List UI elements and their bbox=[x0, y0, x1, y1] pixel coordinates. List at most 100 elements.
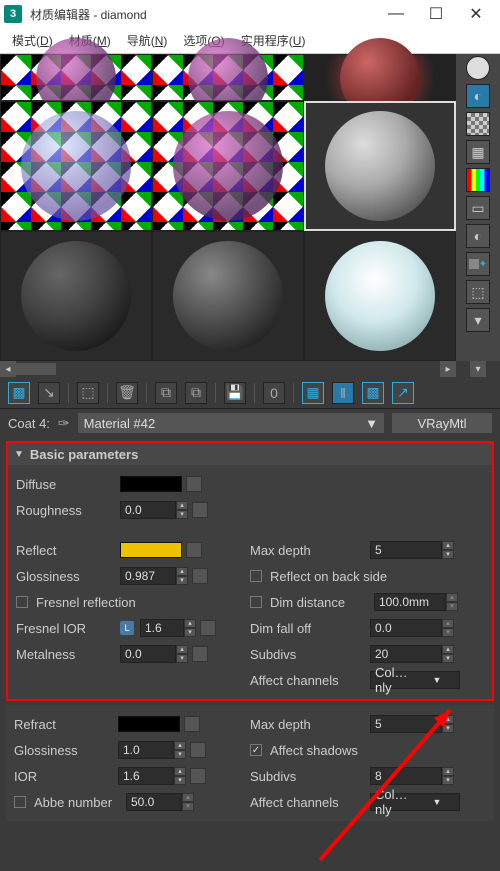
put-to-scene-icon[interactable]: ↘ bbox=[38, 382, 60, 404]
refract-max-depth-spinner[interactable]: ▴▾ bbox=[370, 715, 454, 733]
affect-channels-dropdown[interactable]: Col…nly▼ bbox=[370, 671, 460, 689]
fresnel-checkbox[interactable] bbox=[16, 596, 28, 608]
backlight-icon[interactable]: ◐ bbox=[466, 84, 490, 108]
select-by-material-icon[interactable]: ⬚ bbox=[466, 280, 490, 304]
sample-slot-area: ◐ ▦ ▭ ◐ ✦ ⬚ ▾ bbox=[0, 54, 500, 361]
glossiness-map-slot[interactable] bbox=[192, 568, 208, 584]
refract-label: Refract bbox=[14, 717, 114, 732]
maximize-button[interactable]: ☐ bbox=[416, 0, 456, 28]
sample-slot[interactable] bbox=[0, 101, 152, 231]
go-to-parent-icon[interactable]: ▩ bbox=[362, 382, 384, 404]
abbe-checkbox[interactable] bbox=[14, 796, 26, 808]
sample-slot[interactable] bbox=[152, 54, 304, 101]
sample-slot-selected[interactable] bbox=[304, 101, 456, 231]
refract-glossiness-map-slot[interactable] bbox=[190, 742, 206, 758]
reset-map-icon[interactable]: 🗑 bbox=[116, 382, 138, 404]
scroll-right-button[interactable]: ▸ bbox=[440, 361, 456, 377]
refract-max-depth-label: Max depth bbox=[250, 717, 366, 732]
subdivs-label: Subdivs bbox=[250, 647, 366, 662]
basic-parameters-rollout: ▼ Basic parameters Diffuse Roughness ▴▾ … bbox=[6, 441, 494, 701]
ior-label: IOR bbox=[14, 769, 114, 784]
sample-side-toolbar: ◐ ▦ ▭ ◐ ✦ ⬚ ▾ bbox=[456, 54, 500, 361]
ior-map-slot[interactable] bbox=[190, 768, 206, 784]
background-icon[interactable] bbox=[466, 112, 490, 136]
fresnel-ior-spinner[interactable]: ▴▾ bbox=[140, 619, 196, 637]
affect-shadows-checkbox[interactable] bbox=[250, 744, 262, 756]
diffuse-map-slot[interactable] bbox=[186, 476, 202, 492]
sample-slot[interactable] bbox=[152, 231, 304, 361]
close-button[interactable]: ✕ bbox=[456, 0, 496, 28]
refract-affect-dropdown[interactable]: Col…nly▼ bbox=[370, 793, 460, 811]
dim-falloff-spinner[interactable]: ▴▾ bbox=[370, 619, 454, 637]
roughness-map-slot[interactable] bbox=[192, 502, 208, 518]
scroll-down-button[interactable]: ▾ bbox=[470, 361, 486, 377]
go-forward-icon[interactable]: ↗ bbox=[392, 382, 414, 404]
fresnel-ior-map-slot[interactable] bbox=[200, 620, 216, 636]
horizontal-scrollbar[interactable]: ◂ ▸ ▾ bbox=[0, 361, 500, 377]
sample-slot[interactable] bbox=[0, 231, 152, 361]
sample-slot[interactable] bbox=[0, 54, 152, 101]
roughness-spinner[interactable]: ▴▾ bbox=[120, 501, 188, 519]
scroll-left-button[interactable]: ◂ bbox=[0, 361, 16, 377]
sample-slot[interactable] bbox=[152, 101, 304, 231]
app-icon: 3 bbox=[4, 5, 22, 23]
material-toolbar: ▩ ↘ ⬚ 🗑 ⧉ ⧉ 💾 0 ▦ ‖ ▩ ↗ bbox=[0, 377, 500, 409]
title-bar: 3 材质编辑器 - diamond — ☐ ✕ bbox=[0, 0, 500, 28]
sample-type-icon[interactable] bbox=[466, 56, 490, 80]
lock-icon[interactable]: L bbox=[120, 621, 134, 635]
eyedropper-icon[interactable]: ✑ bbox=[58, 415, 70, 432]
refract-color-swatch[interactable] bbox=[118, 716, 180, 732]
fresnel-label: Fresnel reflection bbox=[36, 595, 176, 610]
glossiness-label: Glossiness bbox=[16, 569, 116, 584]
sample-slot[interactable] bbox=[304, 231, 456, 361]
affect-channels-label: Affect channels bbox=[250, 673, 366, 688]
affect-shadows-label: Affect shadows bbox=[270, 743, 358, 758]
rollout-header[interactable]: ▼ Basic parameters bbox=[8, 443, 492, 465]
material-id-icon[interactable]: 0 bbox=[263, 382, 285, 404]
show-end-result-icon[interactable]: ‖ bbox=[332, 382, 354, 404]
material-type-button[interactable]: VRayMtl bbox=[392, 413, 492, 433]
dim-distance-spinner[interactable]: ▴▾ bbox=[374, 593, 458, 611]
metalness-map-slot[interactable] bbox=[192, 646, 208, 662]
glossiness-spinner[interactable]: ▴▾ bbox=[120, 567, 188, 585]
ior-spinner[interactable]: ▴▾ bbox=[118, 767, 186, 785]
dim-distance-label: Dim distance bbox=[270, 595, 370, 610]
make-unique-icon[interactable]: ⧉ bbox=[185, 382, 207, 404]
refract-glossiness-label: Glossiness bbox=[14, 743, 114, 758]
slot-layout-icon[interactable]: ▾ bbox=[466, 308, 490, 332]
back-side-checkbox[interactable] bbox=[250, 570, 262, 582]
material-info-row: Coat 4: ✑ Material #42▼ VRayMtl bbox=[0, 409, 500, 437]
assign-to-selection-icon[interactable]: ⬚ bbox=[77, 382, 99, 404]
menu-navigate[interactable]: 导航(N) bbox=[119, 32, 176, 49]
put-to-library-icon[interactable]: 💾 bbox=[224, 382, 246, 404]
diffuse-color-swatch[interactable] bbox=[120, 476, 182, 492]
metalness-label: Metalness bbox=[16, 647, 116, 662]
make-preview-icon[interactable]: ◐ bbox=[466, 224, 490, 248]
abbe-spinner[interactable]: ▴▾ bbox=[126, 793, 194, 811]
disclosure-icon: ▼ bbox=[14, 449, 24, 460]
subdivs-spinner[interactable]: ▴▾ bbox=[370, 645, 454, 663]
max-depth-label: Max depth bbox=[250, 543, 366, 558]
show-map-icon[interactable]: ▦ bbox=[302, 382, 324, 404]
reflect-map-slot[interactable] bbox=[186, 542, 202, 558]
video-check-icon[interactable]: ▭ bbox=[466, 196, 490, 220]
refract-affect-label: Affect channels bbox=[250, 795, 366, 810]
refract-section: Refract Glossiness ▴▾ IOR ▴▾ bbox=[6, 705, 494, 821]
get-material-icon[interactable]: ▩ bbox=[8, 382, 30, 404]
sample-uv-icon[interactable]: ▦ bbox=[466, 140, 490, 164]
metalness-spinner[interactable]: ▴▾ bbox=[120, 645, 188, 663]
color-check-icon[interactable] bbox=[466, 168, 490, 192]
refract-subdivs-label: Subdivs bbox=[250, 769, 366, 784]
reflect-color-swatch[interactable] bbox=[120, 542, 182, 558]
dim-distance-checkbox[interactable] bbox=[250, 596, 262, 608]
options-icon[interactable]: ✦ bbox=[466, 252, 490, 276]
sample-slot[interactable] bbox=[304, 54, 456, 101]
refract-glossiness-spinner[interactable]: ▴▾ bbox=[118, 741, 186, 759]
roughness-label: Roughness bbox=[16, 503, 116, 518]
minimize-button[interactable]: — bbox=[376, 0, 416, 28]
refract-subdivs-spinner[interactable]: ▴▾ bbox=[370, 767, 454, 785]
max-depth-spinner[interactable]: ▴▾ bbox=[370, 541, 454, 559]
refract-map-slot[interactable] bbox=[184, 716, 200, 732]
material-name-field[interactable]: Material #42▼ bbox=[78, 413, 384, 433]
make-copy-icon[interactable]: ⧉ bbox=[155, 382, 177, 404]
